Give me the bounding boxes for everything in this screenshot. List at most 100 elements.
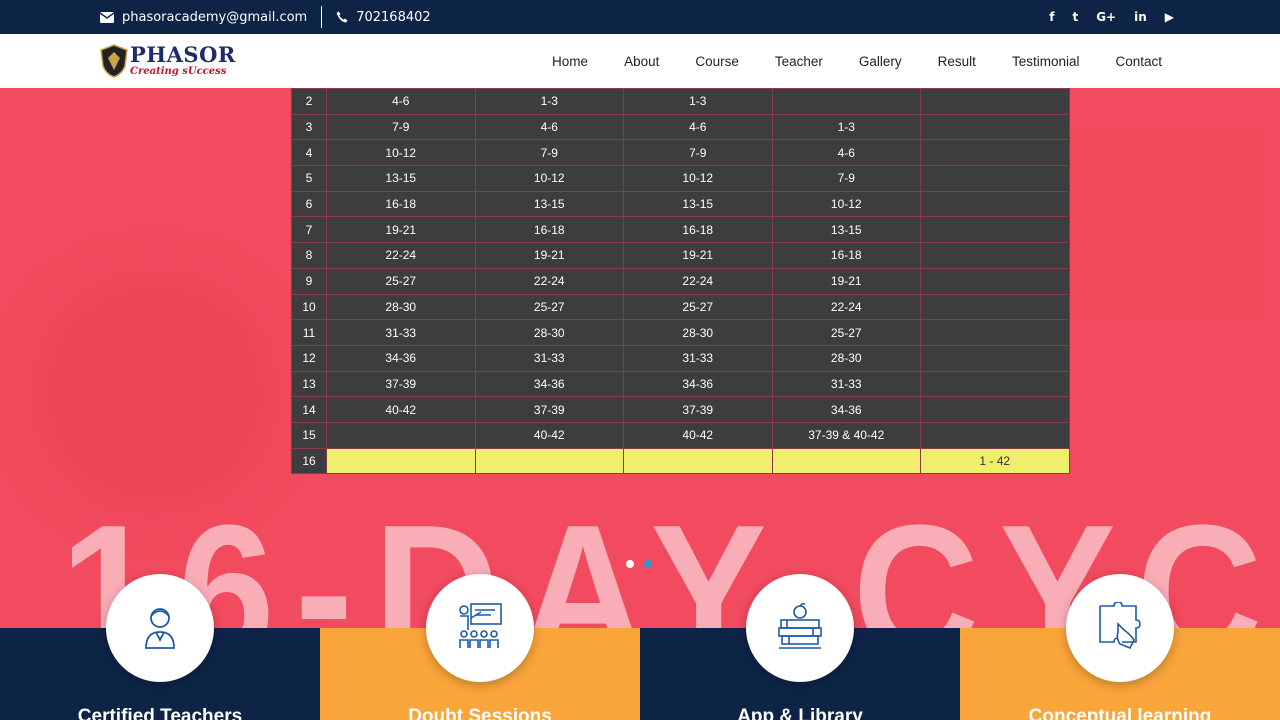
nav-testimonial[interactable]: Testimonial	[1012, 54, 1080, 69]
table-cell: 4-6	[326, 88, 476, 115]
table-cell	[920, 88, 1070, 115]
table-cell: 28-30	[623, 319, 773, 346]
twitter-icon[interactable]: t	[1072, 10, 1078, 24]
table-cell: 19-21	[474, 242, 624, 269]
nav-about[interactable]: About	[624, 54, 659, 69]
logo-title: PHASOR	[130, 42, 236, 67]
table-cell: 13-15	[771, 216, 921, 244]
day-number-cell: 4	[291, 139, 327, 167]
feature-title: Conceptual learning	[1028, 706, 1212, 720]
main-nav: Home About Course Teacher Gallery Result Testi…	[552, 34, 1162, 88]
table-cell: 10-12	[474, 165, 624, 192]
table-cell: 31-33	[474, 344, 624, 372]
day-number-cell: 14	[291, 396, 327, 423]
table-cell: 16-18	[474, 216, 624, 244]
navbar: PHASOR Creating sUccess Home About Course T…	[0, 34, 1280, 88]
table-row: 15 40-42 40-42 37-39 & 40-42	[291, 421, 1070, 449]
table-cell	[326, 447, 476, 475]
table-cell: 40-42	[326, 396, 476, 423]
table-cell: 31-33	[623, 344, 773, 372]
logo[interactable]: PHASOR Creating sUccess	[100, 42, 235, 82]
day-number-cell: 12	[291, 344, 327, 372]
table-cell: 4-6	[623, 113, 773, 141]
table-cell: 1-3	[771, 113, 921, 141]
table-cell: 25-27	[326, 267, 476, 295]
table-row: 16 1 - 42	[291, 447, 1070, 475]
day-number-cell: 7	[291, 216, 327, 244]
table-cell: 13-15	[326, 165, 476, 192]
table-cell	[326, 421, 476, 449]
day-number-cell: 16	[291, 447, 327, 475]
table-cell: 22-24	[771, 293, 921, 321]
table-cell: 13-15	[474, 190, 624, 218]
nav-result[interactable]: Result	[938, 54, 976, 69]
nav-contact[interactable]: Contact	[1115, 54, 1162, 69]
table-cell: 28-30	[771, 344, 921, 372]
table-cell	[920, 293, 1070, 321]
contact-info: phasoracademy@gmail.com 702168402	[100, 0, 431, 34]
table-cell	[920, 216, 1070, 244]
table-cell: 7-9	[474, 139, 624, 167]
slider-dot[interactable]	[626, 560, 634, 568]
background-circle	[60, 298, 250, 488]
table-cell: 16-18	[326, 190, 476, 218]
nav-course[interactable]: Course	[695, 54, 739, 69]
day-number-cell: 8	[291, 242, 327, 269]
table-cell: 19-21	[623, 242, 773, 269]
table-cell	[920, 113, 1070, 141]
table-cell	[920, 190, 1070, 218]
table-cell: 37-39	[474, 396, 624, 423]
table-row: 8 22-24 19-21 19-21 16-18	[291, 242, 1070, 269]
table-cell: 19-21	[326, 216, 476, 244]
table-row: 13 37-39 34-36 34-36 31-33	[291, 370, 1070, 398]
table-cell: 31-33	[326, 319, 476, 346]
table-row: 11 31-33 28-30 28-30 25-27	[291, 319, 1070, 346]
table-cell: 28-30	[326, 293, 476, 321]
day-number-cell: 11	[291, 319, 327, 346]
table-cell: 37-39	[326, 370, 476, 398]
day-number-cell: 3	[291, 113, 327, 141]
slider-dots	[626, 560, 652, 568]
phone-icon	[336, 11, 348, 23]
table-row: 14 40-42 37-39 37-39 34-36	[291, 396, 1070, 423]
email-item[interactable]: phasoracademy@gmail.com	[100, 10, 307, 25]
slider-dot[interactable]	[644, 560, 652, 568]
table-cell: 1-3	[474, 88, 624, 115]
feature-title: Certified Teachers	[77, 706, 243, 720]
facebook-icon[interactable]: f	[1049, 10, 1054, 24]
table-row: 2 4-6 1-3 1-3	[291, 88, 1070, 115]
classroom-icon	[455, 602, 505, 654]
table-cell: 10-12	[326, 139, 476, 167]
table-cell: 40-42	[623, 421, 773, 449]
table-cell	[920, 370, 1070, 398]
table-cell	[920, 396, 1070, 423]
table-row: 10 28-30 25-27 25-27 22-24	[291, 293, 1070, 321]
linkedin-icon[interactable]: in	[1134, 10, 1147, 24]
nav-teacher[interactable]: Teacher	[775, 54, 823, 69]
table-cell: 31-33	[771, 370, 921, 398]
table-cell	[920, 267, 1070, 295]
table-cell: 22-24	[623, 267, 773, 295]
table-cell	[771, 88, 921, 115]
table-cell: 25-27	[623, 293, 773, 321]
table-cell	[771, 447, 921, 475]
hero-slider: 16-DAY CYCLE 24-61-31-337-94-64-61-3410-…	[0, 88, 1280, 628]
table-cell: 19-21	[771, 267, 921, 295]
classroom-icon-circle	[426, 574, 534, 682]
library-icon	[777, 602, 823, 654]
table-cell	[474, 447, 624, 475]
day-number-cell: 5	[291, 165, 327, 192]
phone-item[interactable]: 702168402	[336, 10, 431, 25]
cycle-table: 2 4-6 1-3 1-3 3 7-9 4-6 4-6 1-3 4 10-12 7-9 7-9 4-6 5 1…	[291, 88, 1070, 475]
table-cell: 37-39 & 40-42	[771, 421, 921, 449]
table-cell: 34-36	[474, 370, 624, 398]
top-bar: phasoracademy@gmail.com 702168402 f t G+ in…	[0, 0, 1280, 34]
table-cell: 34-36	[326, 344, 476, 372]
nav-gallery[interactable]: Gallery	[859, 54, 902, 69]
day-number-cell: 9	[291, 267, 327, 295]
google-plus-icon[interactable]: G+	[1096, 10, 1116, 24]
day-number-cell: 15	[291, 421, 327, 449]
day-number-cell: 2	[291, 88, 327, 115]
youtube-icon[interactable]: ▶	[1165, 10, 1174, 24]
nav-home[interactable]: Home	[552, 54, 588, 69]
